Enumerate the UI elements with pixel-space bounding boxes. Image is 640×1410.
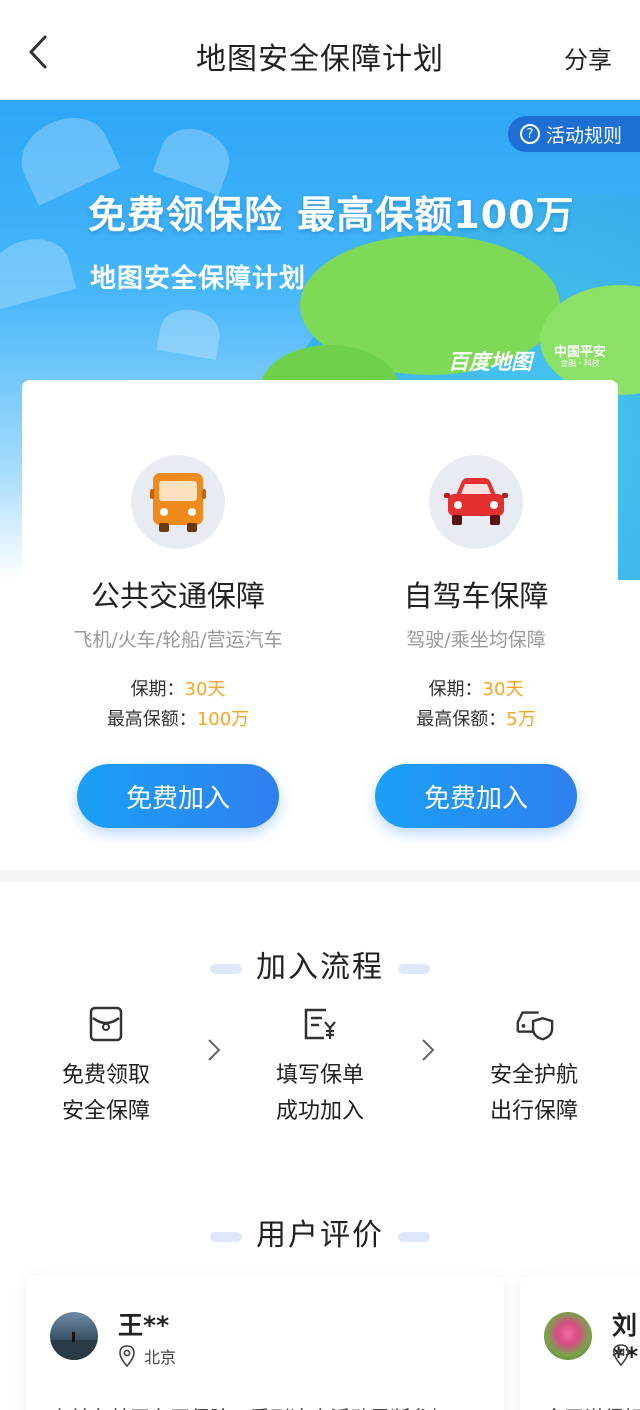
page-title: 地图安全保障计划: [196, 42, 444, 77]
car-icon: [429, 455, 523, 549]
wallet-icon: [86, 1004, 126, 1044]
plan-max-coverage: 最高保额：5万: [416, 709, 536, 730]
activity-rules-button[interactable]: ? 活动规则: [507, 116, 640, 152]
plan-period: 保期：30天: [130, 679, 226, 700]
plan-name: 自驾车保障: [403, 579, 549, 613]
help-circle-icon: ?: [519, 124, 540, 144]
avatar: [50, 1312, 98, 1360]
review-text: 之前在某平台买保险，看到这个活动果断参加: [50, 1402, 450, 1410]
review-card[interactable]: 王** 北京 之前在某平台买保险，看到这个活动果断参加: [26, 1276, 504, 1410]
review-text: 今天说得好: [544, 1402, 640, 1410]
bus-icon: [131, 455, 225, 549]
baidu-map-logo: 百度地图: [448, 350, 532, 374]
process-step-1: 免费领取 安全保障: [16, 1004, 196, 1130]
chevron-right-icon: [418, 1036, 438, 1064]
plan-subtitle: 飞机/火车/轮船/营运汽车: [73, 629, 283, 651]
join-free-button[interactable]: 免费加入: [375, 764, 577, 828]
car-shield-icon: [514, 1004, 554, 1044]
plan-period: 保期：30天: [428, 679, 524, 700]
pingan-logo: 中国平安 金融 · 科技: [554, 345, 607, 369]
plan-public-transport: 公共交通保障 飞机/火车/轮船/营运汽车 保期：30天 最高保额：100万 免费…: [48, 455, 308, 828]
location-pin-icon: [613, 1344, 629, 1366]
avatar: [544, 1312, 592, 1360]
reviews-section-title: 用户评价: [0, 1210, 640, 1254]
chevron-right-icon: [204, 1036, 224, 1064]
process-step-3: 安全护航 出行保障: [444, 1004, 624, 1130]
location-pin-icon: [119, 1345, 135, 1367]
plan-subtitle: 驾驶/乘坐均保障: [406, 629, 546, 651]
reviewer-location: [612, 1344, 638, 1366]
join-free-button[interactable]: 免费加入: [77, 764, 279, 828]
section-divider: [0, 870, 640, 882]
activity-rules-label: 活动规则: [545, 124, 622, 147]
banner-headline: 免费领保险 最高保额100万: [88, 193, 575, 237]
top-nav-bar: 地图安全保障计划 分享: [0, 0, 640, 100]
plan-self-drive: 自驾车保障 驾驶/乘坐均保障 保期：30天 最高保额：5万 免费加入: [346, 455, 606, 828]
umbrella-decoration: [156, 305, 224, 360]
reviewer-name: 王**: [118, 1311, 170, 1340]
process-step-2: 填写保单 成功加入: [230, 1004, 410, 1130]
review-card[interactable]: 刘** 今天说得好: [520, 1276, 640, 1410]
share-button[interactable]: 分享: [564, 40, 612, 75]
plan-max-coverage: 最高保额：100万: [106, 709, 250, 730]
umbrella-decoration: [0, 230, 77, 310]
plan-name: 公共交通保障: [90, 579, 265, 613]
banner-subhead: 地图安全保障计划: [90, 264, 307, 294]
form-yuan-icon: [300, 1004, 340, 1044]
reviewer-location: 北京: [118, 1344, 176, 1368]
process-section-title: 加入流程: [0, 942, 640, 986]
